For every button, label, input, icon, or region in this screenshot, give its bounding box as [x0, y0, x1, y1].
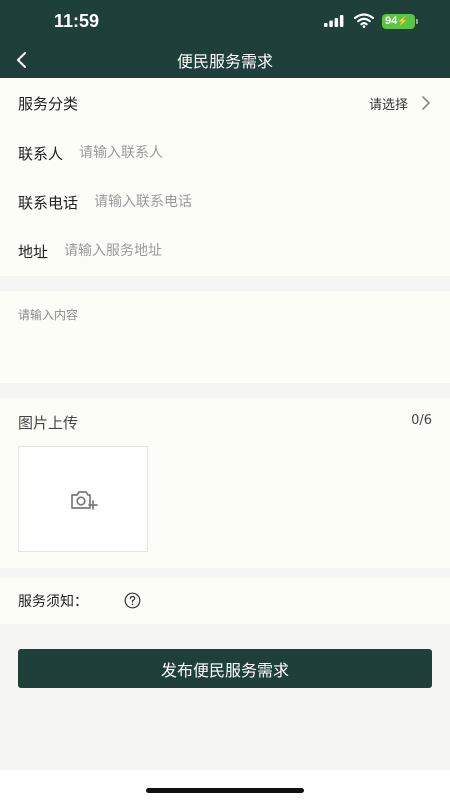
contact-label: 联系人 [18, 144, 64, 163]
wifi-icon [354, 13, 374, 28]
camera-plus-icon [71, 491, 98, 510]
notice-label: 服务须知： [18, 594, 88, 610]
category-label: 服务分类 [18, 94, 79, 113]
category-select[interactable]: 服务分类 请选择 [0, 78, 450, 128]
content-textarea[interactable] [18, 306, 432, 370]
submit-button[interactable]: 发布便民服务需求 [18, 649, 432, 688]
home-indicator [146, 788, 304, 793]
phone-input[interactable] [94, 194, 432, 210]
question-circle-icon[interactable] [124, 592, 141, 609]
cellular-signal-icon [324, 15, 344, 27]
contact-input[interactable] [79, 145, 432, 161]
category-value[interactable]: 请选择 [369, 94, 408, 113]
address-label: 地址 [18, 242, 49, 261]
battery-indicator: 94⚡ [382, 14, 415, 29]
bottom-safe-area [0, 770, 450, 800]
status-bar: 11:59 94⚡ [0, 0, 450, 42]
phone-label: 联系电话 [18, 193, 79, 212]
contact-row: 联系人 [0, 128, 450, 178]
app-header: 11:59 94⚡ 便民服务需求 [0, 0, 450, 78]
image-upload-button[interactable] [18, 446, 148, 552]
form-card: 服务分类 请选择 联系人 联系电话 地址 [0, 78, 450, 276]
address-input[interactable] [64, 243, 432, 259]
page-title: 便民服务需求 [176, 52, 273, 71]
chevron-right-icon[interactable] [420, 95, 432, 111]
status-time: 11:59 [54, 11, 100, 31]
battery-level: 94 [385, 15, 398, 27]
battery-tip [416, 19, 418, 24]
upload-title: 图片上传 [18, 414, 79, 432]
charging-bolt-icon: ⚡ [397, 16, 409, 26]
address-row: 地址 [0, 226, 450, 276]
phone-row: 联系电话 [0, 177, 450, 227]
upload-count: 0/6 [411, 413, 432, 428]
